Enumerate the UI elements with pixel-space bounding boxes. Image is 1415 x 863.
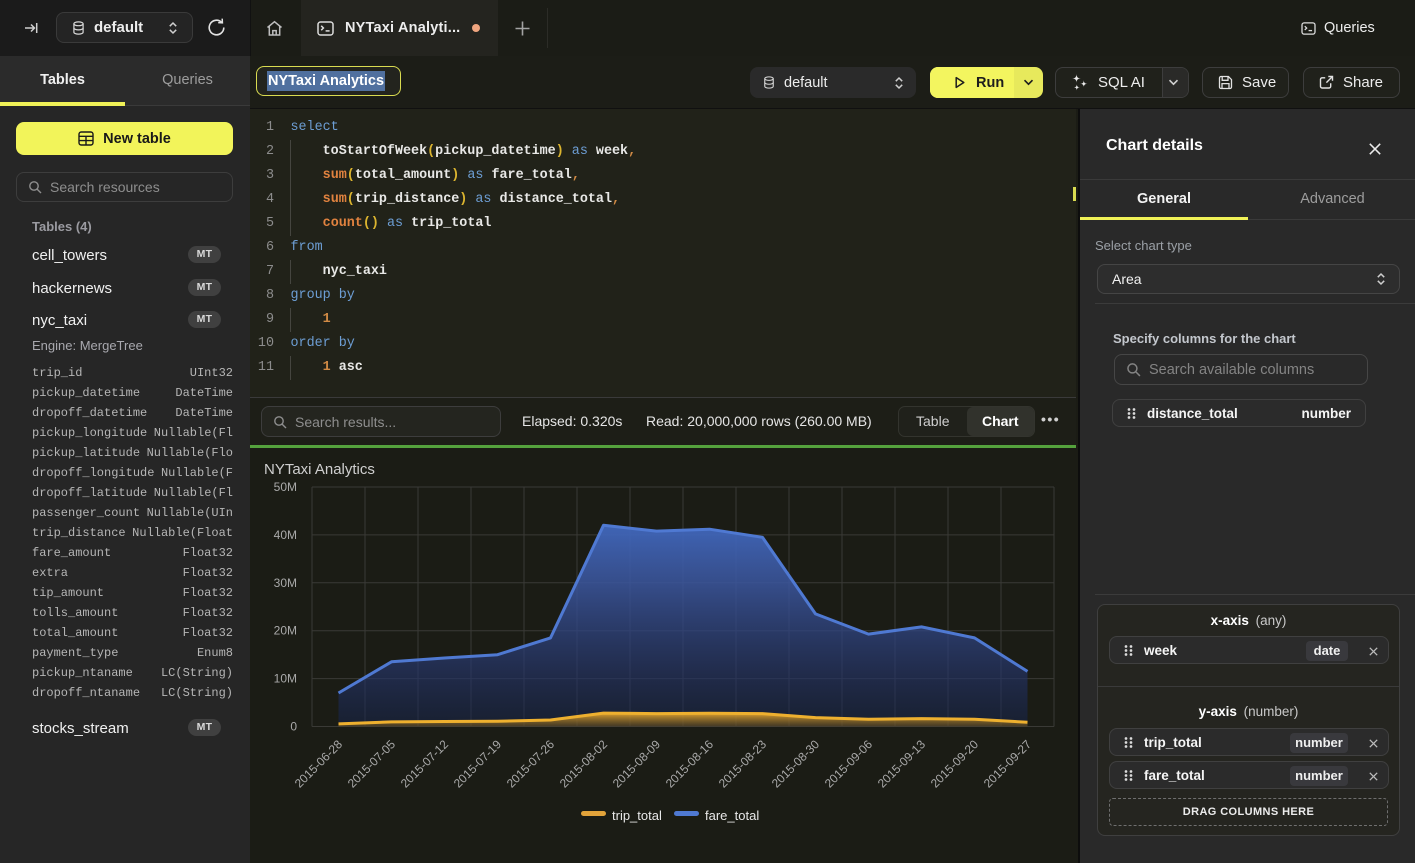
svg-text:20M: 20M [274,624,297,638]
svg-text:2015-06-28: 2015-06-28 [292,737,346,791]
svg-text:2015-08-30: 2015-08-30 [769,737,823,791]
svg-text:fare_total: fare_total [705,808,759,823]
svg-text:30M: 30M [274,576,297,590]
svg-text:2015-07-26: 2015-07-26 [504,737,558,791]
svg-text:10M: 10M [274,672,297,686]
svg-text:2015-07-19: 2015-07-19 [451,737,505,791]
svg-text:2015-09-06: 2015-09-06 [822,737,876,791]
svg-text:2015-08-02: 2015-08-02 [557,737,611,791]
svg-text:2015-09-13: 2015-09-13 [875,737,929,791]
svg-text:0: 0 [290,720,297,734]
svg-text:2015-08-16: 2015-08-16 [663,737,717,791]
svg-text:2015-07-12: 2015-07-12 [398,737,452,791]
svg-text:2015-09-27: 2015-09-27 [981,737,1035,791]
svg-text:2015-09-20: 2015-09-20 [928,737,982,791]
svg-text:40M: 40M [274,528,297,542]
svg-text:2015-07-05: 2015-07-05 [345,737,399,791]
svg-text:trip_total: trip_total [612,808,662,823]
svg-text:50M: 50M [274,480,297,494]
svg-text:2015-08-09: 2015-08-09 [610,737,664,791]
svg-text:2015-08-23: 2015-08-23 [716,737,770,791]
